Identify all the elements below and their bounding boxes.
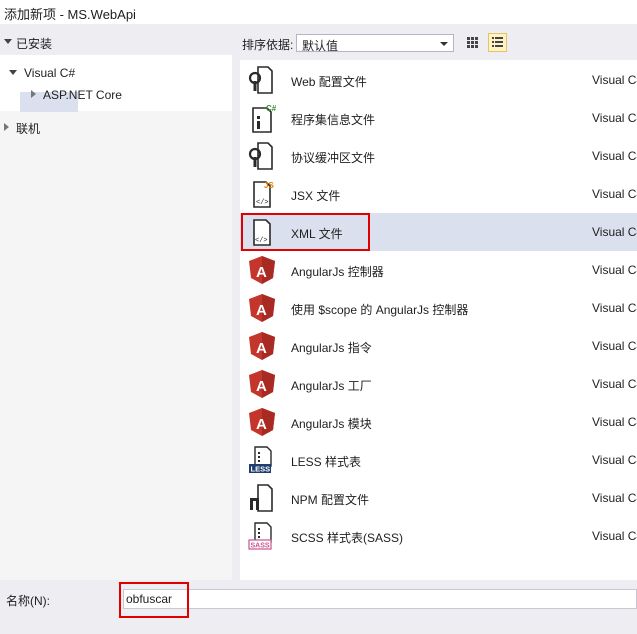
- svg-text:LESS: LESS: [251, 465, 271, 474]
- template-name: Web 配置文件: [291, 75, 367, 89]
- installed-header[interactable]: 已安装: [0, 29, 232, 55]
- angularjs-icon: A: [249, 332, 275, 360]
- name-label: 名称(N):: [6, 594, 50, 608]
- template-name: SCSS 样式表(SASS): [291, 531, 404, 545]
- list-item[interactable]: C# 程序集信息文件 Visual C#: [240, 99, 637, 137]
- template-type: Visual C#: [592, 187, 637, 201]
- grid-view-button[interactable]: [463, 33, 482, 52]
- svg-text:SASS: SASS: [251, 543, 270, 550]
- template-list: Web 配置文件 Visual C# C# 程序集信息文件 Visual C# …: [240, 60, 637, 580]
- sort-bar: 排序依据: 默认值: [237, 29, 637, 57]
- list-item[interactable]: Web 配置文件 Visual C#: [240, 61, 637, 99]
- chevron-down-icon: [440, 42, 448, 46]
- angularjs-icon: A: [249, 256, 275, 284]
- template-name: NPM 配置文件: [291, 493, 370, 507]
- xml-item-highlight: [241, 213, 370, 251]
- collapsed-arrow-icon[interactable]: [31, 90, 36, 98]
- collapse-arrow-icon: [4, 39, 12, 44]
- template-type: Visual C#: [592, 453, 637, 467]
- list-item[interactable]: JS </> JSX 文件 Visual C#: [240, 175, 637, 213]
- tree-item-visual-csharp[interactable]: Visual C#: [24, 66, 75, 80]
- template-name: AngularJs 工厂: [291, 379, 372, 393]
- window-title: 添加新项 - MS.WebApi: [4, 7, 136, 22]
- svg-text:A: A: [256, 264, 267, 281]
- web-config-file-icon: [248, 66, 273, 94]
- less-stylesheet-icon: LESS: [249, 446, 272, 474]
- template-type: Visual C#: [592, 529, 637, 543]
- installed-label: 已安装: [16, 37, 53, 51]
- list-view-icon: [492, 37, 503, 47]
- template-type: Visual C#: [592, 491, 637, 505]
- list-item[interactable]: A 使用 $scope 的 AngularJs 控制器 Visual C#: [240, 289, 637, 327]
- bottom-bar: 名称(N):: [0, 580, 637, 634]
- template-name: 协议缓冲区文件: [291, 151, 376, 165]
- svg-text:A: A: [256, 340, 267, 357]
- svg-text:JS: JS: [264, 181, 274, 190]
- grid-view-icon: [467, 37, 478, 48]
- tree-item-online[interactable]: 联机: [16, 120, 40, 137]
- template-type: Visual C#: [592, 263, 637, 277]
- list-view-button[interactable]: [488, 33, 507, 52]
- list-item[interactable]: SASS SCSS 样式表(SASS) Visual C#: [240, 517, 637, 555]
- template-type: Visual C#: [592, 111, 637, 125]
- list-item[interactable]: LESS LESS 样式表 Visual C#: [240, 441, 637, 479]
- sort-dropdown[interactable]: 默认值: [296, 34, 454, 53]
- scss-stylesheet-icon: SASS: [248, 522, 272, 550]
- svg-text:A: A: [256, 416, 267, 433]
- protocol-buffer-file-icon: [248, 142, 273, 170]
- title-bar: 添加新项 - MS.WebApi: [0, 0, 637, 24]
- tree-item-aspnet-core[interactable]: ASP.NET Core: [43, 88, 122, 102]
- npm-config-file-icon: [250, 484, 273, 512]
- svg-text:A: A: [256, 378, 267, 395]
- template-name: JSX 文件: [291, 189, 341, 203]
- list-item[interactable]: A AngularJs 控制器 Visual C#: [240, 251, 637, 289]
- angularjs-icon: A: [249, 294, 275, 322]
- list-item[interactable]: A AngularJs 工厂 Visual C#: [240, 365, 637, 403]
- name-input[interactable]: [126, 591, 626, 607]
- sort-dropdown-value: 默认值: [302, 39, 339, 53]
- name-field[interactable]: [123, 589, 637, 609]
- jsx-file-icon: JS </>: [253, 181, 274, 208]
- assembly-info-file-icon: C#: [252, 104, 277, 133]
- template-name: 使用 $scope 的 AngularJs 控制器: [291, 303, 469, 317]
- template-type: Visual C#: [592, 225, 637, 239]
- svg-text:</>: </>: [256, 199, 269, 207]
- sort-label: 排序依据:: [242, 38, 294, 52]
- template-type: Visual C#: [592, 301, 637, 315]
- template-name: 程序集信息文件: [291, 113, 376, 127]
- left-panel: 已安装 Visual C# ASP.NET Core 联机: [0, 29, 232, 580]
- list-item[interactable]: 协议缓冲区文件 Visual C#: [240, 137, 637, 175]
- template-name: LESS 样式表: [291, 455, 362, 469]
- template-name: AngularJs 模块: [291, 417, 372, 431]
- template-name: AngularJs 控制器: [291, 265, 384, 279]
- list-item[interactable]: A AngularJs 模块 Visual C#: [240, 403, 637, 441]
- list-item[interactable]: NPM 配置文件 Visual C#: [240, 479, 637, 517]
- expand-arrow-icon[interactable]: [9, 70, 17, 75]
- template-type: Visual C#: [592, 73, 637, 87]
- template-type: Visual C#: [592, 339, 637, 353]
- template-name: AngularJs 指令: [291, 341, 372, 355]
- svg-text:C#: C#: [266, 104, 277, 113]
- collapsed-arrow-icon[interactable]: [4, 123, 9, 131]
- angularjs-icon: A: [249, 408, 275, 436]
- name-field-highlight: [119, 582, 189, 618]
- angularjs-icon: A: [249, 370, 275, 398]
- template-type: Visual C#: [592, 415, 637, 429]
- right-panel: 排序依据: 默认值 Web 配置文件 Visual C C# 程序集信息文件 V…: [237, 29, 637, 580]
- svg-text:A: A: [256, 302, 267, 319]
- template-type: Visual C#: [592, 377, 637, 391]
- list-item[interactable]: A AngularJs 指令 Visual C#: [240, 327, 637, 365]
- template-type: Visual C#: [592, 149, 637, 163]
